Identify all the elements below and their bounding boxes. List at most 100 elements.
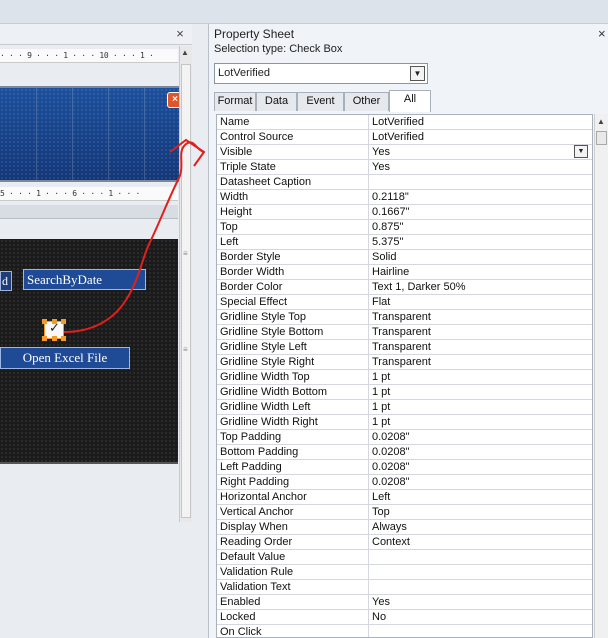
property-value[interactable]: Always [369,520,592,535]
property-row[interactable]: Validation Text [217,580,592,595]
property-row[interactable]: Gridline Style Right Transparent [217,355,592,370]
tab-other[interactable]: Other [344,92,389,111]
tab-format[interactable]: Format [214,92,256,111]
scrollbar-thumb[interactable] [596,131,607,145]
property-row[interactable]: Special Effect Flat [217,295,592,310]
property-value[interactable]: Transparent [369,310,592,325]
property-name: Left Padding [217,460,369,475]
property-row[interactable]: Right Padding 0.0208" [217,475,592,490]
property-value[interactable]: Yes [369,145,592,160]
property-value[interactable]: Left [369,490,592,505]
property-row[interactable]: Datasheet Caption [217,175,592,190]
tab-event[interactable]: Event [297,92,344,111]
property-value[interactable]: Yes [369,160,592,175]
property-row[interactable]: Gridline Width Bottom 1 pt [217,385,592,400]
property-row[interactable]: Gridline Width Left 1 pt [217,400,592,415]
chevron-down-icon[interactable]: ▼ [410,66,425,81]
property-name: Width [217,190,369,205]
property-value[interactable]: Text 1, Darker 50% [369,280,592,295]
property-value[interactable]: 0.2118" [369,190,592,205]
property-row[interactable]: Gridline Style Top Transparent [217,310,592,325]
scroll-up-icon[interactable]: ▲ [597,117,605,126]
property-row[interactable]: Width 0.2118" [217,190,592,205]
property-value[interactable]: 0.1667" [369,205,592,220]
property-value[interactable]: Solid [369,250,592,265]
property-value[interactable]: 0.875" [369,220,592,235]
property-row[interactable]: Border Width Hairline [217,265,592,280]
property-row[interactable]: Bottom Padding 0.0208" [217,445,592,460]
scroll-up-icon[interactable]: ▲ [181,48,189,57]
property-value[interactable]: 0.0208" [369,445,592,460]
object-selector-value: LotVerified [218,67,270,79]
property-name: Name [217,115,369,130]
property-value[interactable] [369,175,592,190]
property-value[interactable]: 5.375" [369,235,592,250]
property-sheet-title: Property Sheet [214,27,295,41]
property-value[interactable] [369,580,592,595]
property-value[interactable] [369,550,592,565]
property-value[interactable]: LotVerified [369,130,592,145]
object-selector-combo[interactable]: LotVerified ▼ [214,63,428,84]
property-value[interactable]: Transparent [369,355,592,370]
chevron-down-icon[interactable]: ▼ [574,145,588,158]
property-row[interactable]: Gridline Width Right 1 pt [217,415,592,430]
property-row[interactable]: Top Padding 0.0208" [217,430,592,445]
property-value[interactable]: Flat [369,295,592,310]
form-header-section[interactable]: × [0,86,192,182]
tab-data[interactable]: Data [256,92,297,111]
property-value[interactable] [369,565,592,580]
detail-section[interactable]: d SearchByDate ✓ Open Excel File [0,239,178,464]
property-row[interactable]: Height 0.1667" [217,205,592,220]
design-vertical-scrollbar[interactable]: ▲ [179,46,192,522]
search-by-date-button[interactable]: SearchByDate [23,269,146,290]
property-row[interactable]: Horizontal Anchor Left [217,490,592,505]
property-row[interactable]: Gridline Style Left Transparent [217,340,592,355]
property-grid-scrollbar[interactable]: ▲ [594,114,608,638]
property-row[interactable]: Gridline Style Bottom Transparent [217,325,592,340]
property-value[interactable]: 1 pt [369,415,592,430]
close-pane-icon[interactable]: × [598,26,606,41]
property-row[interactable]: Locked No [217,610,592,625]
property-value[interactable]: Transparent [369,340,592,355]
scrollbar-thumb[interactable] [181,64,191,518]
close-document-icon[interactable]: × [172,25,188,43]
property-row[interactable]: Triple State Yes [217,160,592,175]
property-value[interactable]: 0.0208" [369,460,592,475]
property-row[interactable]: Vertical Anchor Top [217,505,592,520]
property-row[interactable]: Name LotVerified [217,115,592,130]
partial-label-control[interactable]: d [0,271,12,291]
property-row[interactable]: Gridline Width Top 1 pt [217,370,592,385]
property-value[interactable]: 0.0208" [369,475,592,490]
property-value[interactable] [369,625,592,637]
property-name: On Click [217,625,369,637]
property-row[interactable]: Control Source LotVerified [217,130,592,145]
property-value[interactable]: 0.0208" [369,430,592,445]
property-row[interactable]: Left Padding 0.0208" [217,460,592,475]
property-row[interactable]: Border Color Text 1, Darker 50% [217,280,592,295]
property-row[interactable]: Reading Order Context [217,535,592,550]
property-value[interactable]: 1 pt [369,385,592,400]
property-value[interactable]: Context [369,535,592,550]
property-value[interactable]: 1 pt [369,370,592,385]
property-value[interactable]: Top [369,505,592,520]
property-row[interactable]: Default Value [217,550,592,565]
property-row[interactable]: Left 5.375" [217,235,592,250]
tab-all[interactable]: All [389,90,431,112]
property-row[interactable]: Top 0.875" [217,220,592,235]
property-row[interactable]: Enabled Yes [217,595,592,610]
property-value[interactable]: No [369,610,592,625]
property-row[interactable]: Visible Yes ▼ [217,145,592,160]
property-value[interactable]: Hairline [369,265,592,280]
property-value[interactable]: 1 pt [369,400,592,415]
property-row[interactable]: Validation Rule [217,565,592,580]
property-value[interactable]: Transparent [369,325,592,340]
lot-verified-checkbox[interactable]: ✓ [42,319,66,341]
property-name: Special Effect [217,295,369,310]
open-excel-file-button[interactable]: Open Excel File [0,347,130,369]
property-value[interactable]: LotVerified [369,115,592,130]
detail-section-bar[interactable] [0,205,178,219]
property-row[interactable]: Border Style Solid [217,250,592,265]
property-value[interactable]: Yes [369,595,592,610]
property-row[interactable]: On Click [217,625,592,637]
property-row[interactable]: Display When Always [217,520,592,535]
